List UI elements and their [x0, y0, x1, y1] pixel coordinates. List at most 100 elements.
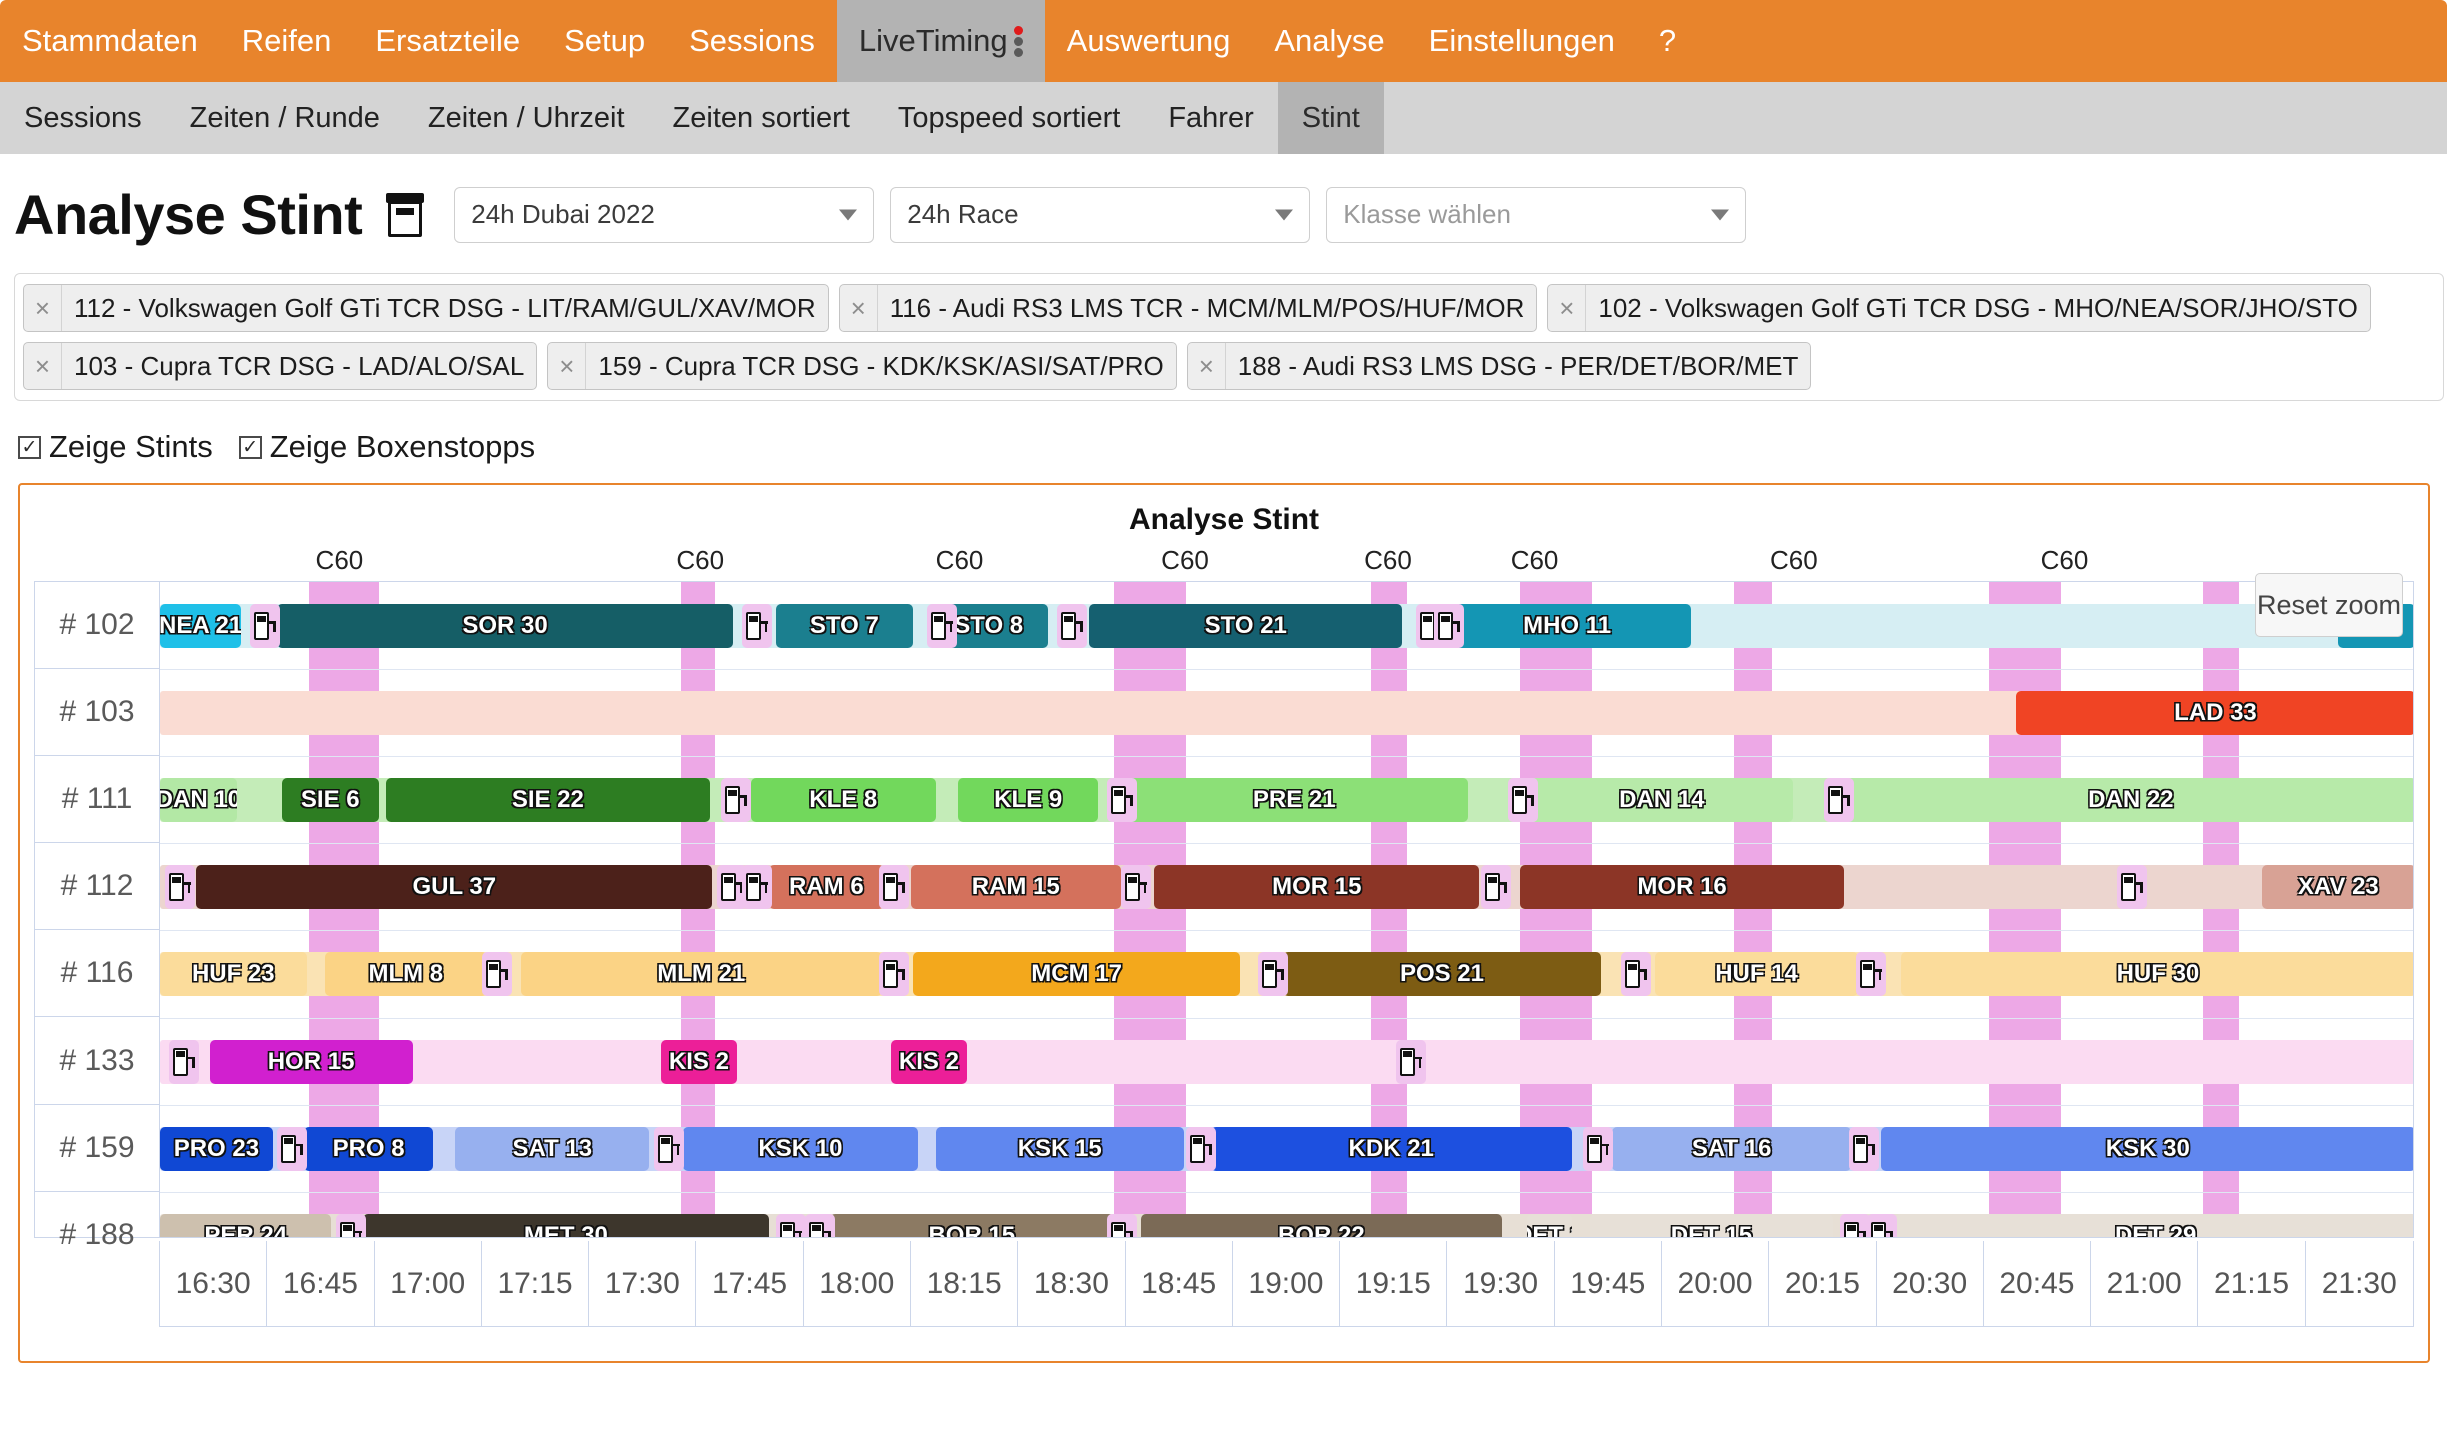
- pitstop-marker[interactable]: [721, 778, 752, 823]
- report-icon[interactable]: [386, 192, 425, 237]
- pitstop-marker[interactable]: [775, 1213, 806, 1237]
- stint-segment[interactable]: KIS 2: [660, 1039, 738, 1084]
- pitstop-marker[interactable]: [1621, 952, 1652, 997]
- stint-segment[interactable]: KLE 9: [958, 778, 1099, 823]
- subnav-item-topspeed-sortiert[interactable]: Topspeed sortiert: [874, 82, 1144, 154]
- pitstop-marker[interactable]: [1867, 1213, 1898, 1237]
- stint-segment[interactable]: XAV 23: [2261, 865, 2413, 910]
- pitstop-marker[interactable]: [1848, 1126, 1879, 1171]
- pitstop-marker[interactable]: [2117, 865, 2148, 910]
- stint-plot-area[interactable]: NEA 21SOR 30STO 7STO 8STO 21MHO 112LAD 3…: [159, 581, 2414, 1238]
- subnav-item-zeiten-sortiert[interactable]: Zeiten sortiert: [649, 82, 874, 154]
- stint-segment[interactable]: DET 29: [1896, 1213, 2413, 1237]
- pitstop-marker[interactable]: [164, 865, 195, 910]
- stint-segment[interactable]: SOR 30: [277, 604, 733, 648]
- stint-segment[interactable]: KIS 2: [890, 1039, 968, 1084]
- nav-item-stammdaten[interactable]: Stammdaten: [0, 0, 220, 82]
- pitstop-marker[interactable]: [1582, 1126, 1613, 1171]
- stint-segment[interactable]: BOR 15: [829, 1213, 1114, 1237]
- stint-segment[interactable]: KLE 8: [750, 778, 936, 823]
- stint-segment[interactable]: PRO 23: [160, 1126, 273, 1171]
- nav-item-ersatzteile[interactable]: Ersatzteile: [353, 0, 542, 82]
- stint-segment[interactable]: DAN 22: [1846, 778, 2413, 823]
- subnav-item-zeiten-uhrzeit[interactable]: Zeiten / Uhrzeit: [404, 82, 649, 154]
- close-icon[interactable]: ×: [1188, 343, 1226, 389]
- stint-segment[interactable]: STO 21: [1089, 604, 1403, 648]
- stint-segment[interactable]: MHO 11: [1443, 604, 1692, 648]
- pitstop-marker[interactable]: [653, 1126, 684, 1171]
- stint-segment[interactable]: KSK 10: [683, 1126, 918, 1171]
- nav-item-auswertung[interactable]: Auswertung: [1045, 0, 1253, 82]
- stint-segment[interactable]: LAD 33: [2015, 691, 2413, 736]
- stint-segment[interactable]: MOR 16: [1519, 865, 1845, 910]
- class-select[interactable]: Klasse wählen: [1326, 186, 1747, 243]
- pitstop-marker[interactable]: [741, 865, 772, 910]
- stint-segment[interactable]: RAM 15: [910, 865, 1121, 910]
- pitstop-marker[interactable]: [1120, 865, 1151, 910]
- nav-item-sessions[interactable]: Sessions: [667, 0, 837, 82]
- session-select[interactable]: 24h Race: [890, 186, 1311, 243]
- pitstop-marker[interactable]: [1434, 604, 1465, 648]
- stint-segment[interactable]: NEA 21: [160, 604, 242, 648]
- stint-segment[interactable]: SIE 6: [281, 778, 379, 823]
- stint-segment[interactable]: KDK 21: [1210, 1126, 1572, 1171]
- nav-item-setup[interactable]: Setup: [542, 0, 667, 82]
- nav-item-einstellungen[interactable]: Einstellungen: [1407, 0, 1637, 82]
- stint-segment[interactable]: MET 30: [362, 1213, 769, 1237]
- pitstop-marker[interactable]: [1855, 952, 1886, 997]
- stint-segment[interactable]: DET 15: [1589, 1213, 1834, 1237]
- stint-segment[interactable]: SAT 16: [1612, 1126, 1852, 1171]
- stint-segment[interactable]: PRE 21: [1120, 778, 1468, 823]
- close-icon[interactable]: ×: [548, 343, 587, 389]
- stint-segment[interactable]: POS 21: [1282, 952, 1601, 997]
- close-icon[interactable]: ×: [1548, 285, 1587, 331]
- stint-segment[interactable]: MLM 21: [520, 952, 882, 997]
- subnav-item-stint[interactable]: Stint: [1277, 82, 1384, 154]
- pitstop-marker[interactable]: [804, 1213, 835, 1237]
- stint-segment[interactable]: GUL 37: [196, 865, 713, 910]
- stint-segment[interactable]: DET 1: [1526, 1213, 1572, 1237]
- event-select[interactable]: 24h Dubai 2022: [454, 186, 875, 243]
- stint-segment[interactable]: KSK 15: [935, 1126, 1184, 1171]
- stint-segment[interactable]: BOR 22: [1140, 1213, 1502, 1237]
- pitstop-marker[interactable]: [1107, 1213, 1138, 1237]
- pitstop-marker[interactable]: [335, 1213, 366, 1237]
- close-icon[interactable]: ×: [24, 285, 62, 331]
- nav-item-[interactable]: ?: [1637, 0, 1698, 82]
- pitstop-marker[interactable]: [1107, 778, 1138, 823]
- subnav-item-zeiten-runde[interactable]: Zeiten / Runde: [166, 82, 404, 154]
- stint-segment[interactable]: MCM 17: [913, 952, 1241, 997]
- subnav-item-sessions[interactable]: Sessions: [0, 82, 166, 154]
- nav-item-reifen[interactable]: Reifen: [220, 0, 354, 82]
- pitstop-marker[interactable]: [277, 1126, 308, 1171]
- stint-segment[interactable]: HUF 23: [160, 952, 307, 997]
- pitstop-marker[interactable]: [1258, 952, 1289, 997]
- show-stints-checkbox[interactable]: ✓ Zeige Stints: [18, 429, 213, 465]
- stint-segment[interactable]: DAN 10: [160, 778, 237, 823]
- pitstop-marker[interactable]: [1395, 1039, 1426, 1084]
- pitstop-marker[interactable]: [879, 952, 910, 997]
- stint-segment[interactable]: STO 7: [775, 604, 914, 648]
- stint-segment[interactable]: PRO 8: [304, 1126, 433, 1171]
- stint-segment[interactable]: MOR 15: [1154, 865, 1480, 910]
- car-filter-chip[interactable]: × 112 - Volkswagen Golf GTi TCR DSG - LIT…: [23, 284, 829, 332]
- car-filter-chip[interactable]: × 103 - Cupra TCR DSG - LAD/ALO/SAL: [23, 342, 538, 390]
- car-filter-chip[interactable]: × 116 - Audi RS3 LMS TCR - MCM/MLM/POS/HU…: [838, 284, 1538, 332]
- show-pitstops-checkbox[interactable]: ✓ Zeige Boxenstopps: [238, 429, 535, 465]
- stint-segment[interactable]: HOR 15: [209, 1039, 413, 1084]
- stint-segment[interactable]: MLM 8: [324, 952, 487, 997]
- car-filter-chip[interactable]: × 102 - Volkswagen Golf GTi TCR DSG - MHO…: [1547, 284, 2371, 332]
- pitstop-marker[interactable]: [879, 865, 910, 910]
- stint-segment[interactable]: SAT 13: [455, 1126, 650, 1171]
- nav-item-analyse[interactable]: Analyse: [1252, 0, 1406, 82]
- stint-segment[interactable]: KSK 30: [1880, 1126, 2413, 1171]
- pitstop-marker[interactable]: [482, 952, 513, 997]
- car-filter-chip[interactable]: × 159 - Cupra TCR DSG - KDK/KSK/ASI/SAT/P…: [547, 342, 1177, 390]
- pitstop-marker[interactable]: [1481, 865, 1512, 910]
- pitstop-marker[interactable]: [926, 604, 957, 648]
- pitstop-marker[interactable]: [1186, 1126, 1217, 1171]
- stint-segment[interactable]: SIE 22: [385, 778, 711, 823]
- pitstop-marker[interactable]: [1824, 778, 1855, 823]
- close-icon[interactable]: ×: [24, 343, 62, 389]
- car-filter-chip[interactable]: × 188 - Audi RS3 LMS DSG - PER/DET/BOR/ME…: [1186, 342, 1812, 390]
